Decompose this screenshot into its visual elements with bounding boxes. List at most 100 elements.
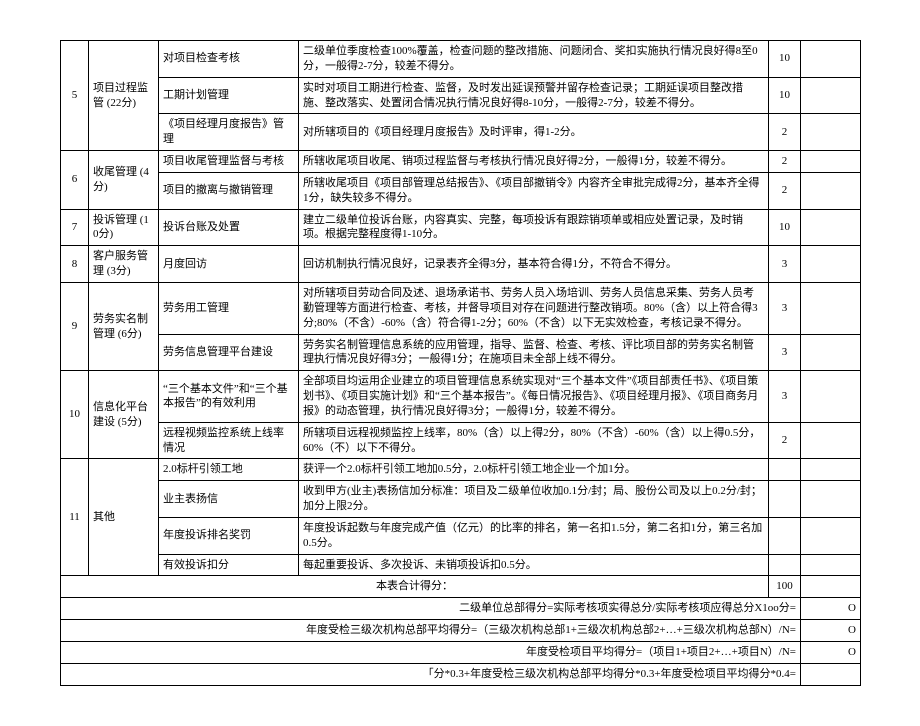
formula-row: 二级单位总部得分=实际考核项实得总分/实际考核项应得总分X1oo分=O <box>61 598 861 620</box>
row-index: 11 <box>61 459 89 576</box>
row-result <box>801 459 861 481</box>
row-result <box>801 282 861 334</box>
row-item: 2.0标杆引领工地 <box>159 459 299 481</box>
row-desc: 建立二级单位投诉台账，内容真实、完整，每项投诉有跟踪销项单或相应处置记录，及时销… <box>299 209 769 246</box>
row-score: 2 <box>769 422 801 459</box>
row-item: 《项目经理月度报告》管理 <box>159 114 299 151</box>
row-desc: 获评一个2.0标杆引领工地加0.5分，2.0标杆引领工地企业一个加1分。 <box>299 459 769 481</box>
row-category: 投诉管理 (10分) <box>89 209 159 246</box>
row-index: 5 <box>61 41 89 151</box>
table-row: 8客户服务管理 (3分)月度回访回访机制执行情况良好，记录表齐全得3分，基本符合… <box>61 246 861 283</box>
row-result <box>801 172 861 209</box>
row-item: 项目收尾管理监督与考核 <box>159 151 299 173</box>
row-category: 客户服务管理 (3分) <box>89 246 159 283</box>
row-result <box>801 151 861 173</box>
formula-result: O <box>801 598 861 620</box>
row-item: 年度投诉排名奖罚 <box>159 517 299 554</box>
table-row: 7投诉管理 (10分)投诉台账及处置建立二级单位投诉台账，内容真实、完整，每项投… <box>61 209 861 246</box>
row-result <box>801 371 861 423</box>
total-row: 本表合计得分：100 <box>61 576 861 598</box>
row-desc: 二级单位季度检查100%覆盖，检查问题的整改措施、问题闭合、奖扣实施执行情况良好… <box>299 41 769 78</box>
row-index: 9 <box>61 282 89 370</box>
formula-row: 年度受检三级次机构总部平均得分=（三级次机构总部1+三级次机构总部2+…+三级次… <box>61 620 861 642</box>
row-item: “三个基本文件”和“三个基本报告”的有效利用 <box>159 371 299 423</box>
row-index: 8 <box>61 246 89 283</box>
row-result <box>801 554 861 576</box>
row-result <box>801 246 861 283</box>
row-score <box>769 459 801 481</box>
row-index: 7 <box>61 209 89 246</box>
row-desc: 全部项目均运用企业建立的项目管理信息系统实现对“三个基本文件”《项目部责任书》、… <box>299 371 769 423</box>
row-item: 劳务信息管理平台建设 <box>159 334 299 371</box>
evaluation-table: 5项目过程监管 (22分)对项目检查考核二级单位季度检查100%覆盖，检查问题的… <box>60 40 861 686</box>
row-item: 对项目检查考核 <box>159 41 299 78</box>
row-item: 月度回访 <box>159 246 299 283</box>
row-item: 远程视频监控系统上线率情况 <box>159 422 299 459</box>
row-score: 3 <box>769 371 801 423</box>
table-row: 《项目经理月度报告》管理对所辖项目的《项目经理月度报告》及时评审，得1-2分。2 <box>61 114 861 151</box>
row-item: 有效投诉扣分 <box>159 554 299 576</box>
row-score: 2 <box>769 151 801 173</box>
row-item: 投诉台账及处置 <box>159 209 299 246</box>
row-desc: 所辖收尾项目收尾、销项过程监督与考核执行情况良好得2分，一般得1分，较差不得分。 <box>299 151 769 173</box>
row-result <box>801 334 861 371</box>
row-desc: 实时对项目工期进行检查、监督，及时发出延误预警并留存检查记录；工期延误项目整改措… <box>299 77 769 114</box>
row-result <box>801 517 861 554</box>
row-score: 2 <box>769 172 801 209</box>
row-score: 3 <box>769 246 801 283</box>
row-desc: 收到甲方(业主)表扬信加分标准：项目及二级单位收加0.1分/封；局、股份公司及以… <box>299 481 769 518</box>
formula-text: 「分*0.3+年度受检三级次机构总部平均得分*0.3+年度受检项目平均得分*0.… <box>61 663 801 685</box>
row-score: 10 <box>769 209 801 246</box>
formula-result <box>801 663 861 685</box>
total-label: 本表合计得分： <box>61 576 769 598</box>
row-index: 6 <box>61 151 89 210</box>
row-desc: 所辖项目远程视频监控上线率，80%（含）以上得2分，80%（不含）-60%（含）… <box>299 422 769 459</box>
row-desc: 对所辖项目的《项目经理月度报告》及时评审，得1-2分。 <box>299 114 769 151</box>
row-desc: 每起重要投诉、多次投诉、未销项投诉扣0.5分。 <box>299 554 769 576</box>
row-score: 2 <box>769 114 801 151</box>
formula-row: 年度受检项目平均得分=（项目1+项目2+…+项目N）/N=O <box>61 642 861 664</box>
table-row: 工期计划管理实时对项目工期进行检查、监督，及时发出延误预警并留存检查记录；工期延… <box>61 77 861 114</box>
total-result <box>801 576 861 598</box>
row-item: 工期计划管理 <box>159 77 299 114</box>
formula-text: 年度受检三级次机构总部平均得分=（三级次机构总部1+三级次机构总部2+…+三级次… <box>61 620 801 642</box>
table-row: 有效投诉扣分每起重要投诉、多次投诉、未销项投诉扣0.5分。 <box>61 554 861 576</box>
row-score: 10 <box>769 77 801 114</box>
table-row: 项目的撤离与撤销管理所辖收尾项目《项目部管理总结报告》、《项目部撤销令》内容齐全… <box>61 172 861 209</box>
row-category: 其他 <box>89 459 159 576</box>
row-desc: 所辖收尾项目《项目部管理总结报告》、《项目部撤销令》内容齐全审批完成得2分，基本… <box>299 172 769 209</box>
table-row: 5项目过程监管 (22分)对项目检查考核二级单位季度检查100%覆盖，检查问题的… <box>61 41 861 78</box>
row-category: 项目过程监管 (22分) <box>89 41 159 151</box>
row-item: 业主表扬信 <box>159 481 299 518</box>
table-row: 9劳务实名制管理 (6分)劳务用工管理对所辖项目劳动合同及述、退场承诺书、劳务人… <box>61 282 861 334</box>
table-row: 10信息化平台建设 (5分)“三个基本文件”和“三个基本报告”的有效利用全部项目… <box>61 371 861 423</box>
formula-text: 年度受检项目平均得分=（项目1+项目2+…+项目N）/N= <box>61 642 801 664</box>
table-row: 年度投诉排名奖罚年度投诉起数与年度完成产值（亿元）的比率的排名，第一名扣1.5分… <box>61 517 861 554</box>
row-score: 10 <box>769 41 801 78</box>
table-row: 远程视频监控系统上线率情况所辖项目远程视频监控上线率，80%（含）以上得2分，8… <box>61 422 861 459</box>
row-desc: 对所辖项目劳动合同及述、退场承诺书、劳务人员入场培训、劳务人员信息采集、劳务人员… <box>299 282 769 334</box>
row-index: 10 <box>61 371 89 459</box>
row-item: 劳务用工管理 <box>159 282 299 334</box>
row-category: 信息化平台建设 (5分) <box>89 371 159 459</box>
row-desc: 劳务实名制管理信息系统的应用管理，指导、监督、检查、考核、评比项目部的劳务实名制… <box>299 334 769 371</box>
row-result <box>801 481 861 518</box>
table-row: 11其他2.0标杆引领工地获评一个2.0标杆引领工地加0.5分，2.0标杆引领工… <box>61 459 861 481</box>
row-item: 项目的撤离与撤销管理 <box>159 172 299 209</box>
total-score: 100 <box>769 576 801 598</box>
table-row: 劳务信息管理平台建设劳务实名制管理信息系统的应用管理，指导、监督、检查、考核、评… <box>61 334 861 371</box>
table-row: 6收尾管理 (4分)项目收尾管理监督与考核所辖收尾项目收尾、销项过程监督与考核执… <box>61 151 861 173</box>
formula-result: O <box>801 642 861 664</box>
row-result <box>801 209 861 246</box>
row-score: 3 <box>769 334 801 371</box>
row-score <box>769 554 801 576</box>
formula-result: O <box>801 620 861 642</box>
row-score <box>769 517 801 554</box>
row-category: 收尾管理 (4分) <box>89 151 159 210</box>
row-score: 3 <box>769 282 801 334</box>
row-result <box>801 77 861 114</box>
row-result <box>801 41 861 78</box>
formula-row: 「分*0.3+年度受检三级次机构总部平均得分*0.3+年度受检项目平均得分*0.… <box>61 663 861 685</box>
formula-text: 二级单位总部得分=实际考核项实得总分/实际考核项应得总分X1oo分= <box>61 598 801 620</box>
row-result <box>801 114 861 151</box>
